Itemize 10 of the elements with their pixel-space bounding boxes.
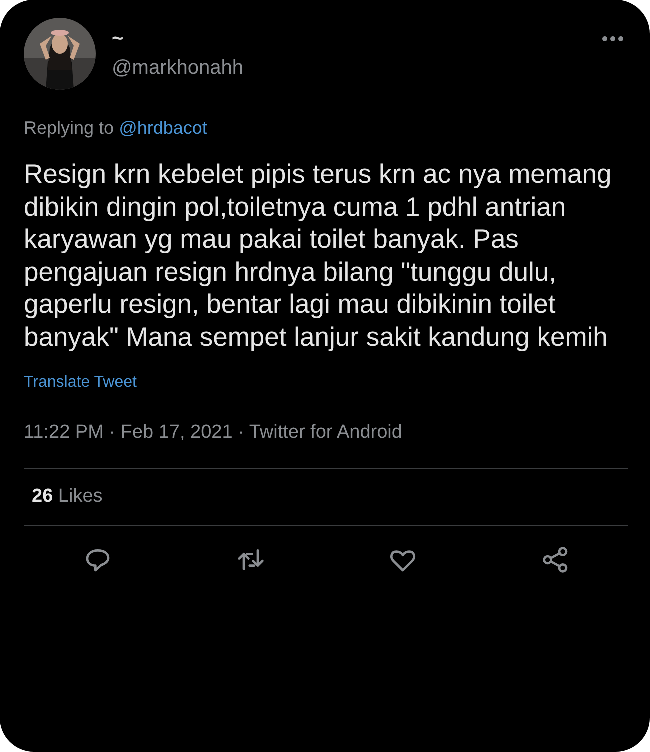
display-name: ~ xyxy=(112,28,125,50)
translate-link[interactable]: Translate Tweet xyxy=(24,374,137,392)
mention-link[interactable]: @hrdbacot xyxy=(119,118,208,138)
likes-count[interactable]: 26 Likes xyxy=(32,484,628,509)
more-icon[interactable] xyxy=(602,36,624,42)
username: @markhonahh xyxy=(112,56,244,81)
tweet-text: Resign krn kebelet pipis terus krn ac nya memang dibikin dingin pol,toiletnya cuma 1 pdhl antrian karyawan yg mau pakai toilet banyak. Pas pengajuan resign hrdnya bilang "tunggu dulu, gaperlu resign, bentar lagi mau dibikinin toilet banyak" Mana sempet lanjur sakit kandung kemih xyxy=(24,158,613,354)
reply-label: Replying to xyxy=(24,118,114,138)
share-icon[interactable] xyxy=(542,546,570,574)
timestamp: 11:22 PM · Feb 17, 2021 · Twitter for Android xyxy=(24,422,404,444)
